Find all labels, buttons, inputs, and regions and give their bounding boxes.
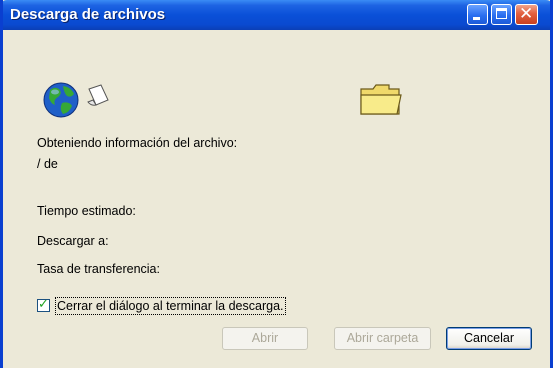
minimize-icon xyxy=(473,17,480,20)
checkmark-icon: ✓ xyxy=(38,297,49,312)
window-title: Descarga de archivos xyxy=(10,6,166,23)
download-dialog: Descarga de archivos ✕ Obteniendo inform… xyxy=(0,0,553,368)
cancel-button[interactable]: Cancelar xyxy=(446,327,532,350)
open-button[interactable]: Abrir xyxy=(222,327,308,350)
dialog-body: Obteniendo información del archivo: / de… xyxy=(3,30,550,368)
folder-icon xyxy=(360,84,402,115)
transfer-rate-label: Tasa de transferencia: xyxy=(37,262,160,276)
close-button[interactable]: ✕ xyxy=(515,4,538,25)
maximize-icon xyxy=(496,8,507,19)
title-bar[interactable]: Descarga de archivos ✕ xyxy=(3,0,550,30)
open-folder-button[interactable]: Abrir carpeta xyxy=(334,327,431,350)
close-on-complete-label[interactable]: Cerrar el diálogo al terminar la descarg… xyxy=(55,297,286,315)
minimize-button[interactable] xyxy=(467,4,488,25)
close-icon: ✕ xyxy=(519,4,534,24)
obtaining-info-label: Obteniendo información del archivo: xyxy=(37,136,238,150)
maximize-button[interactable] xyxy=(491,4,512,25)
close-on-complete-checkbox[interactable]: ✓ xyxy=(37,297,50,312)
estimated-time-label: Tiempo estimado: xyxy=(37,204,136,218)
globe-with-document-icon xyxy=(43,82,109,118)
progress-text: / de xyxy=(37,157,58,171)
download-to-label: Descargar a: xyxy=(37,234,109,248)
